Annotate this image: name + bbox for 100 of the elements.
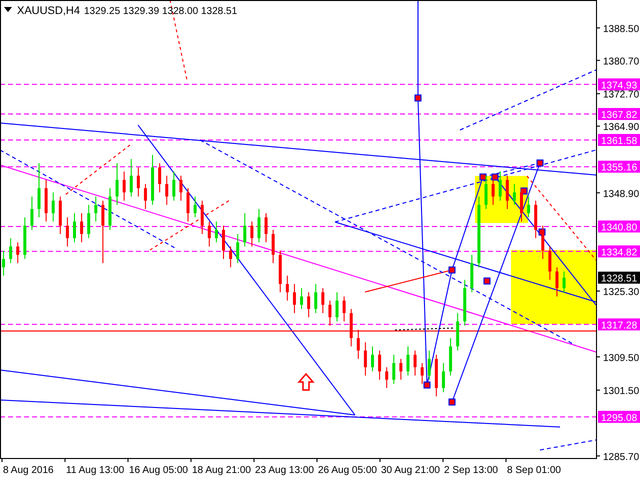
candlestick bbox=[392, 354, 396, 384]
symbol-label: XAUUSD,H4 bbox=[17, 5, 80, 17]
candlestick bbox=[272, 229, 275, 264]
candlestick bbox=[80, 212, 84, 243]
candlestick bbox=[428, 350, 431, 380]
price-axis-label: 1325.30 bbox=[603, 287, 640, 298]
candlestick bbox=[371, 346, 374, 372]
candlestick bbox=[158, 162, 162, 193]
candlestick bbox=[229, 246, 232, 268]
candlestick bbox=[200, 200, 204, 234]
time-axis-label: 18 Aug 21:00 bbox=[192, 465, 251, 476]
candlestick bbox=[286, 275, 289, 302]
price-level-label: 1361.58 bbox=[598, 134, 640, 147]
candlestick bbox=[87, 204, 90, 239]
time-axis-label: 23 Aug 13:00 bbox=[255, 465, 314, 476]
candlestick bbox=[257, 208, 260, 243]
candlestick bbox=[520, 188, 523, 222]
candlestick bbox=[52, 192, 55, 222]
candlestick bbox=[442, 362, 445, 393]
candlestick bbox=[130, 158, 133, 198]
price-axis-label: 1380.70 bbox=[603, 56, 640, 68]
candlestick bbox=[136, 166, 140, 198]
price-axis-label: 1388.50 bbox=[603, 24, 640, 35]
candlestick bbox=[506, 175, 509, 210]
time-axis-label: 8 Sep 01:00 bbox=[507, 465, 561, 476]
candlestick bbox=[484, 175, 488, 210]
time-axis-label: 8 Aug 2016 bbox=[3, 465, 54, 476]
candlestick bbox=[94, 196, 98, 222]
candlestick bbox=[307, 292, 310, 318]
candlestick bbox=[208, 221, 211, 247]
ohlc-value: 1328.51 bbox=[201, 6, 238, 17]
candlestick bbox=[9, 238, 12, 264]
candlestick bbox=[16, 242, 20, 264]
price-level-label: 1334.82 bbox=[598, 245, 640, 258]
time-axis-label: 26 Aug 05:00 bbox=[318, 465, 377, 476]
candlestick bbox=[342, 296, 346, 322]
price-axis-label: 1364.90 bbox=[603, 122, 640, 134]
price-level-label: 1317.28 bbox=[598, 318, 640, 332]
candlestick bbox=[66, 216, 69, 247]
price-level-label: 1340.80 bbox=[598, 220, 640, 234]
price-level-label: 1328.51 bbox=[598, 272, 640, 285]
ohlc-value: 1328.00 bbox=[162, 6, 198, 17]
price-axis-label: 1309.50 bbox=[603, 352, 640, 364]
price-axis-label: 1372.70 bbox=[603, 90, 640, 101]
dropdown-triangle-icon[interactable] bbox=[4, 7, 12, 12]
time-axis-label: 2 Sep 13:00 bbox=[444, 465, 498, 476]
price-axis-label: 1301.50 bbox=[603, 386, 640, 398]
candlestick bbox=[527, 196, 530, 218]
candlestick bbox=[548, 246, 552, 280]
candlestick bbox=[385, 366, 388, 389]
price-level-label: 1374.93 bbox=[598, 78, 640, 92]
candlestick bbox=[541, 225, 544, 260]
price-axis-label: 1348.90 bbox=[603, 188, 640, 200]
ohlc-value: 1329.25 bbox=[84, 6, 120, 17]
candlestick bbox=[492, 179, 495, 206]
candlestick bbox=[250, 221, 254, 247]
candlestick bbox=[2, 250, 6, 276]
price-level-label: 1355.16 bbox=[598, 160, 640, 174]
candlestick bbox=[73, 212, 76, 243]
candlestick bbox=[356, 329, 360, 360]
candlestick bbox=[328, 300, 332, 326]
candlestick bbox=[414, 350, 417, 376]
candlestick bbox=[194, 196, 197, 218]
candlestick bbox=[172, 171, 176, 202]
price-axis-label: 1285.70 bbox=[603, 452, 640, 463]
candlestick bbox=[314, 283, 318, 314]
price-level-label: 1367.82 bbox=[598, 108, 640, 121]
candlestick bbox=[243, 212, 246, 247]
ohlc-value: 1329.39 bbox=[123, 6, 160, 17]
candlestick bbox=[236, 233, 240, 264]
candlestick bbox=[512, 184, 516, 206]
candlestick bbox=[214, 221, 218, 243]
price-level-label: 1295.08 bbox=[598, 410, 640, 424]
candlestick bbox=[38, 162, 41, 218]
candlestick bbox=[300, 288, 304, 310]
candlestick bbox=[555, 266, 558, 297]
time-axis-label: 30 Aug 21:00 bbox=[381, 465, 440, 476]
candlestick bbox=[336, 292, 339, 322]
candlestick bbox=[179, 175, 182, 202]
candlestick bbox=[378, 350, 382, 380]
candlestick bbox=[144, 184, 147, 210]
candlestick bbox=[321, 288, 324, 314]
candlestick bbox=[292, 283, 296, 314]
candlestick bbox=[364, 342, 367, 376]
time-axis-label: 11 Aug 13:00 bbox=[66, 465, 124, 476]
up-arrow-icon bbox=[297, 372, 315, 391]
candlestick bbox=[399, 358, 402, 380]
candlestick bbox=[165, 175, 168, 206]
candlestick bbox=[101, 200, 104, 264]
candlestick bbox=[264, 212, 268, 243]
candlestick bbox=[122, 171, 126, 202]
time-axis-label: 16 Aug 05:00 bbox=[129, 465, 188, 476]
candlestick bbox=[116, 162, 119, 206]
candlestick bbox=[498, 171, 502, 202]
candlestick bbox=[562, 270, 566, 293]
candlestick bbox=[222, 225, 225, 260]
candlestick bbox=[30, 196, 34, 230]
candlestick bbox=[406, 346, 410, 376]
candlestick bbox=[186, 188, 190, 222]
candlestick bbox=[420, 362, 424, 384]
